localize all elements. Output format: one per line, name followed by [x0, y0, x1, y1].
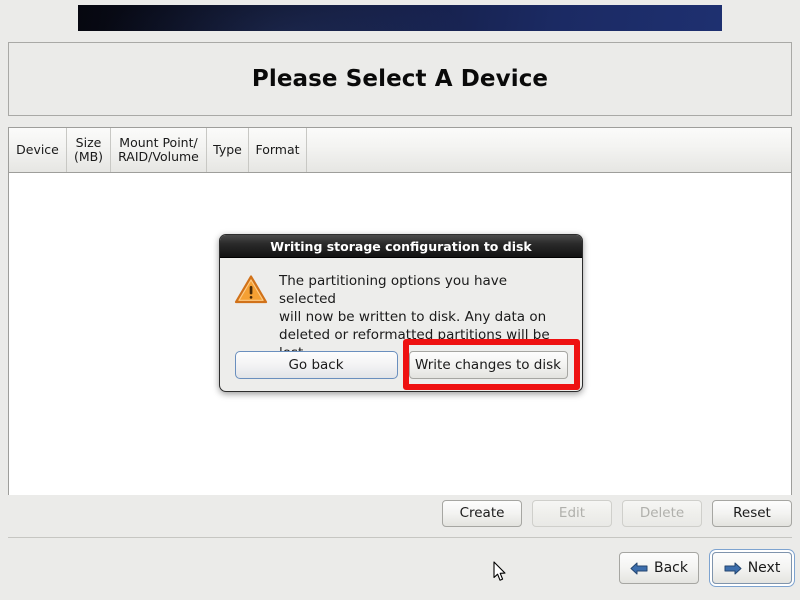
arrow-left-icon	[630, 562, 648, 574]
mouse-cursor	[493, 561, 506, 581]
delete-button: Delete	[622, 499, 702, 527]
back-button[interactable]: Back	[619, 552, 699, 584]
column-header-filler	[307, 128, 791, 172]
go-back-button[interactable]: Go back	[234, 351, 398, 379]
installer-banner	[78, 5, 722, 31]
title-panel: Please Select A Device	[8, 42, 792, 116]
column-header-device[interactable]: Device	[9, 128, 67, 172]
arrow-right-icon	[724, 562, 742, 574]
back-button-label: Back	[654, 560, 688, 576]
action-button-row: Create Edit Delete Reset	[8, 499, 792, 527]
dialog-body: The partitioning options you have select…	[220, 258, 582, 362]
navigation-button-row: Back Next	[8, 551, 792, 585]
dialog-button-row: Go back Write changes to disk	[220, 351, 582, 379]
column-header-type[interactable]: Type	[207, 128, 249, 172]
write-changes-dialog: Writing storage configuration to disk Th…	[219, 234, 583, 392]
warning-triangle-icon	[234, 275, 268, 304]
footer-separator	[8, 537, 792, 538]
device-table-header: Device Size (MB) Mount Point/ RAID/Volum…	[9, 128, 791, 173]
dialog-title: Writing storage configuration to disk	[270, 238, 532, 254]
edit-button: Edit	[532, 499, 612, 527]
write-changes-to-disk-button[interactable]: Write changes to disk	[408, 351, 568, 379]
column-header-mount-point[interactable]: Mount Point/ RAID/Volume	[111, 128, 207, 172]
dialog-titlebar: Writing storage configuration to disk	[220, 235, 582, 258]
banner-area	[0, 0, 800, 36]
create-button[interactable]: Create	[442, 499, 522, 527]
dialog-message: The partitioning options you have select…	[279, 273, 550, 361]
next-button[interactable]: Next	[712, 552, 792, 584]
column-header-format[interactable]: Format	[249, 128, 307, 172]
column-header-size[interactable]: Size (MB)	[67, 128, 111, 172]
reset-button[interactable]: Reset	[712, 499, 792, 527]
next-button-label: Next	[747, 560, 781, 576]
page-title: Please Select A Device	[251, 66, 549, 92]
